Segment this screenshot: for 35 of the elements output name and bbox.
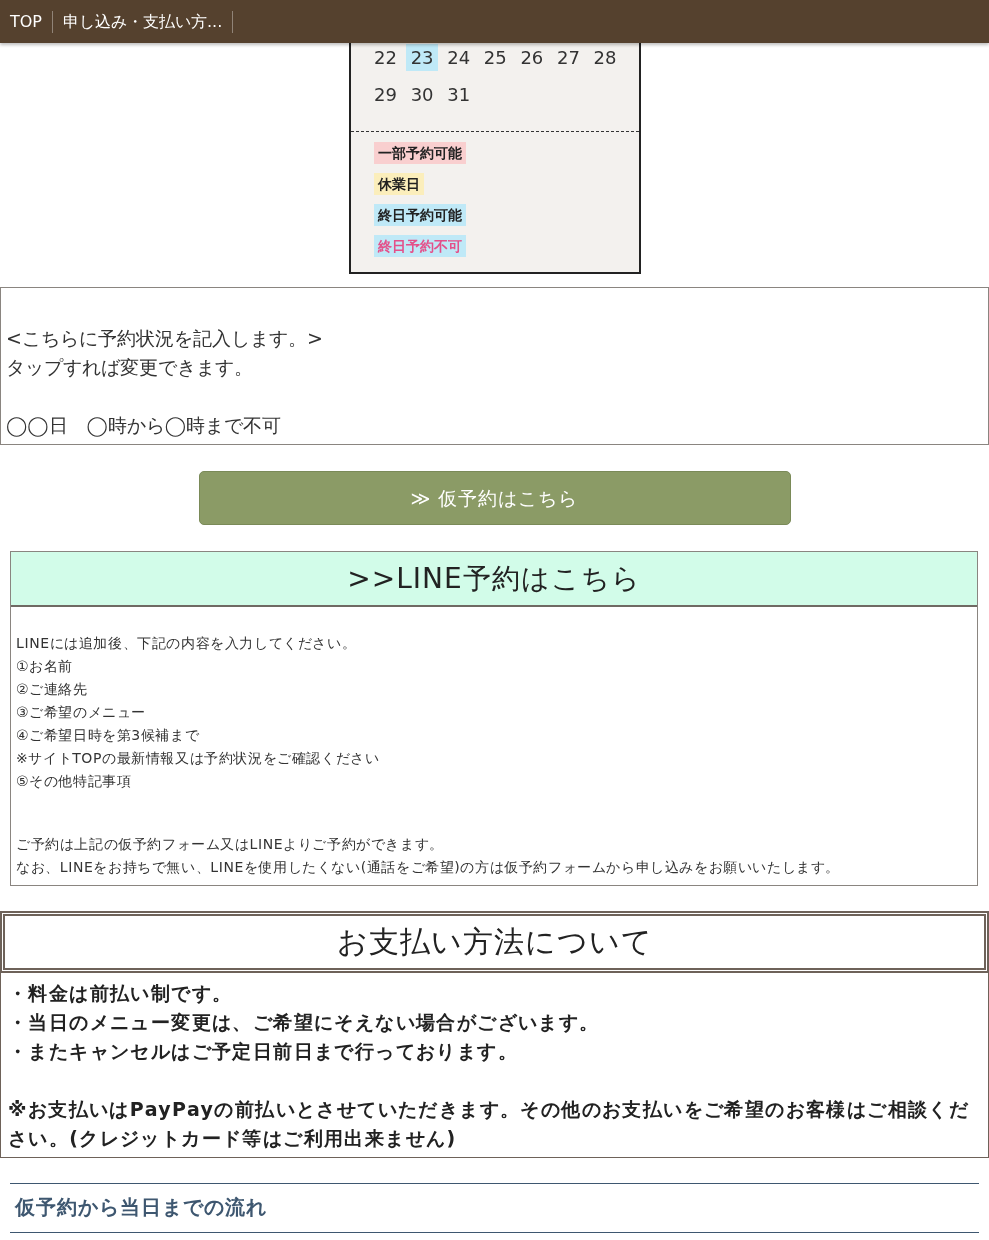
- info-text: ①お名前: [16, 657, 74, 676]
- calendar-day[interactable]: 27: [552, 44, 585, 71]
- info-text: ⑤その他特記事項: [16, 772, 133, 791]
- nav-link[interactable]: 申し込み・支払い方...: [53, 10, 234, 33]
- nav-link[interactable]: TOP: [0, 10, 53, 33]
- info-text: ④ご希望日時を第3候補まで: [16, 726, 201, 745]
- info-text: なお、LINEをお持ちで無い、LINEを使用したくない(通話をご希望)の方は仮予約フォームから申し込みをお願いいたします。: [16, 858, 842, 877]
- section-heading: 仮予約から当日までの流れ: [10, 1183, 979, 1233]
- legend-label: 休業日: [373, 173, 424, 195]
- calendar-day[interactable]: 25: [479, 44, 512, 71]
- calendar-day[interactable]: 22: [369, 44, 402, 71]
- note-text: <こちらに予約状況を記入します。>: [6, 326, 324, 351]
- info-text: ③ご希望のメニュー: [16, 703, 147, 722]
- calendar-day[interactable]: 28: [589, 44, 622, 71]
- info-text: ②ご連絡先: [16, 680, 89, 699]
- calendar-day[interactable]: 29: [369, 81, 402, 108]
- calendar-day[interactable]: 30: [406, 81, 439, 108]
- note-text: ◯◯日 ◯時から◯時まで不可: [6, 413, 283, 439]
- section-heading: >>LINE予約はこちら: [11, 552, 977, 607]
- info-text: ※サイトTOPの最新情報又は予約状況をご確認ください: [16, 749, 381, 768]
- payment-text: ・料金は前払い制です。: [8, 981, 234, 1006]
- legend-label: 一部予約可能: [373, 142, 466, 164]
- info-text: LINEには追加後、下記の内容を入力してください。: [16, 634, 358, 653]
- section-heading: お支払い方法について: [0, 911, 989, 973]
- payment-text: ※お支払いはPayPayの前払いとさせていただきます。その他のお支払いをご希望のお客様はご相談ください。(クレジットカード等はご利用出来ません): [8, 1097, 971, 1151]
- info-text: ご予約は上記の仮予約フォーム又はLINEよりご予約ができます。: [16, 835, 445, 854]
- calendar-day[interactable]: 23: [406, 44, 439, 71]
- payment-text: ・当日のメニュー変更は、ご希望にそえない場合がございます。: [8, 1010, 601, 1035]
- note-text: タップすれば変更できます。: [6, 355, 254, 380]
- payment-text: ・またキャンセルはご予定日前日まで行っております。: [8, 1039, 519, 1064]
- calendar-day[interactable]: 26: [515, 44, 548, 71]
- legend-label: 終日予約不可: [373, 235, 466, 257]
- legend-label: 終日予約可能: [373, 204, 466, 226]
- calendar-day[interactable]: 24: [442, 44, 475, 71]
- calendar-day[interactable]: 31: [442, 81, 475, 108]
